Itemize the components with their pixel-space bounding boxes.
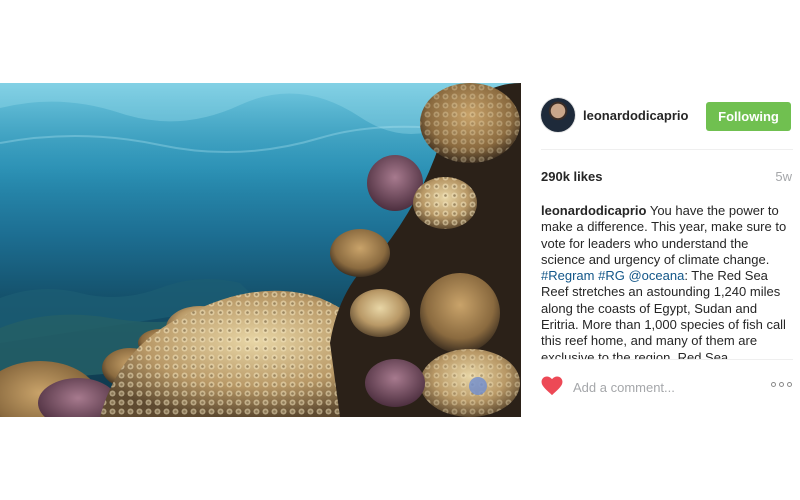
dot (771, 382, 776, 387)
caption-username-link[interactable]: leonardodicaprio (541, 203, 646, 218)
add-comment-input[interactable] (573, 376, 753, 398)
post-details-panel: leonardodicaprio Following 290k likes 5w… (521, 83, 800, 417)
comment-bar (521, 360, 800, 417)
avatar[interactable] (541, 98, 575, 132)
divider (541, 149, 793, 150)
dot (779, 382, 784, 387)
dot (787, 382, 792, 387)
username-link[interactable]: leonardodicaprio (583, 108, 688, 123)
instagram-post: leonardodicaprio Following 290k likes 5w… (0, 83, 800, 417)
more-options-icon[interactable] (771, 382, 792, 387)
coral-reef-illustration (0, 83, 521, 417)
post-caption: leonardodicaprio You have the power to m… (541, 203, 789, 359)
mention-link[interactable]: @oceana (628, 268, 684, 283)
likes-count[interactable]: 290k likes (541, 169, 602, 184)
heart-icon[interactable] (541, 376, 563, 396)
post-timestamp[interactable]: 5w (775, 169, 792, 184)
following-button[interactable]: Following (706, 102, 791, 131)
hashtag-link[interactable]: #Regram (541, 268, 594, 283)
post-header: leonardodicaprio Following (521, 83, 800, 149)
post-photo[interactable] (0, 83, 521, 417)
hashtag-link[interactable]: #RG (598, 268, 625, 283)
